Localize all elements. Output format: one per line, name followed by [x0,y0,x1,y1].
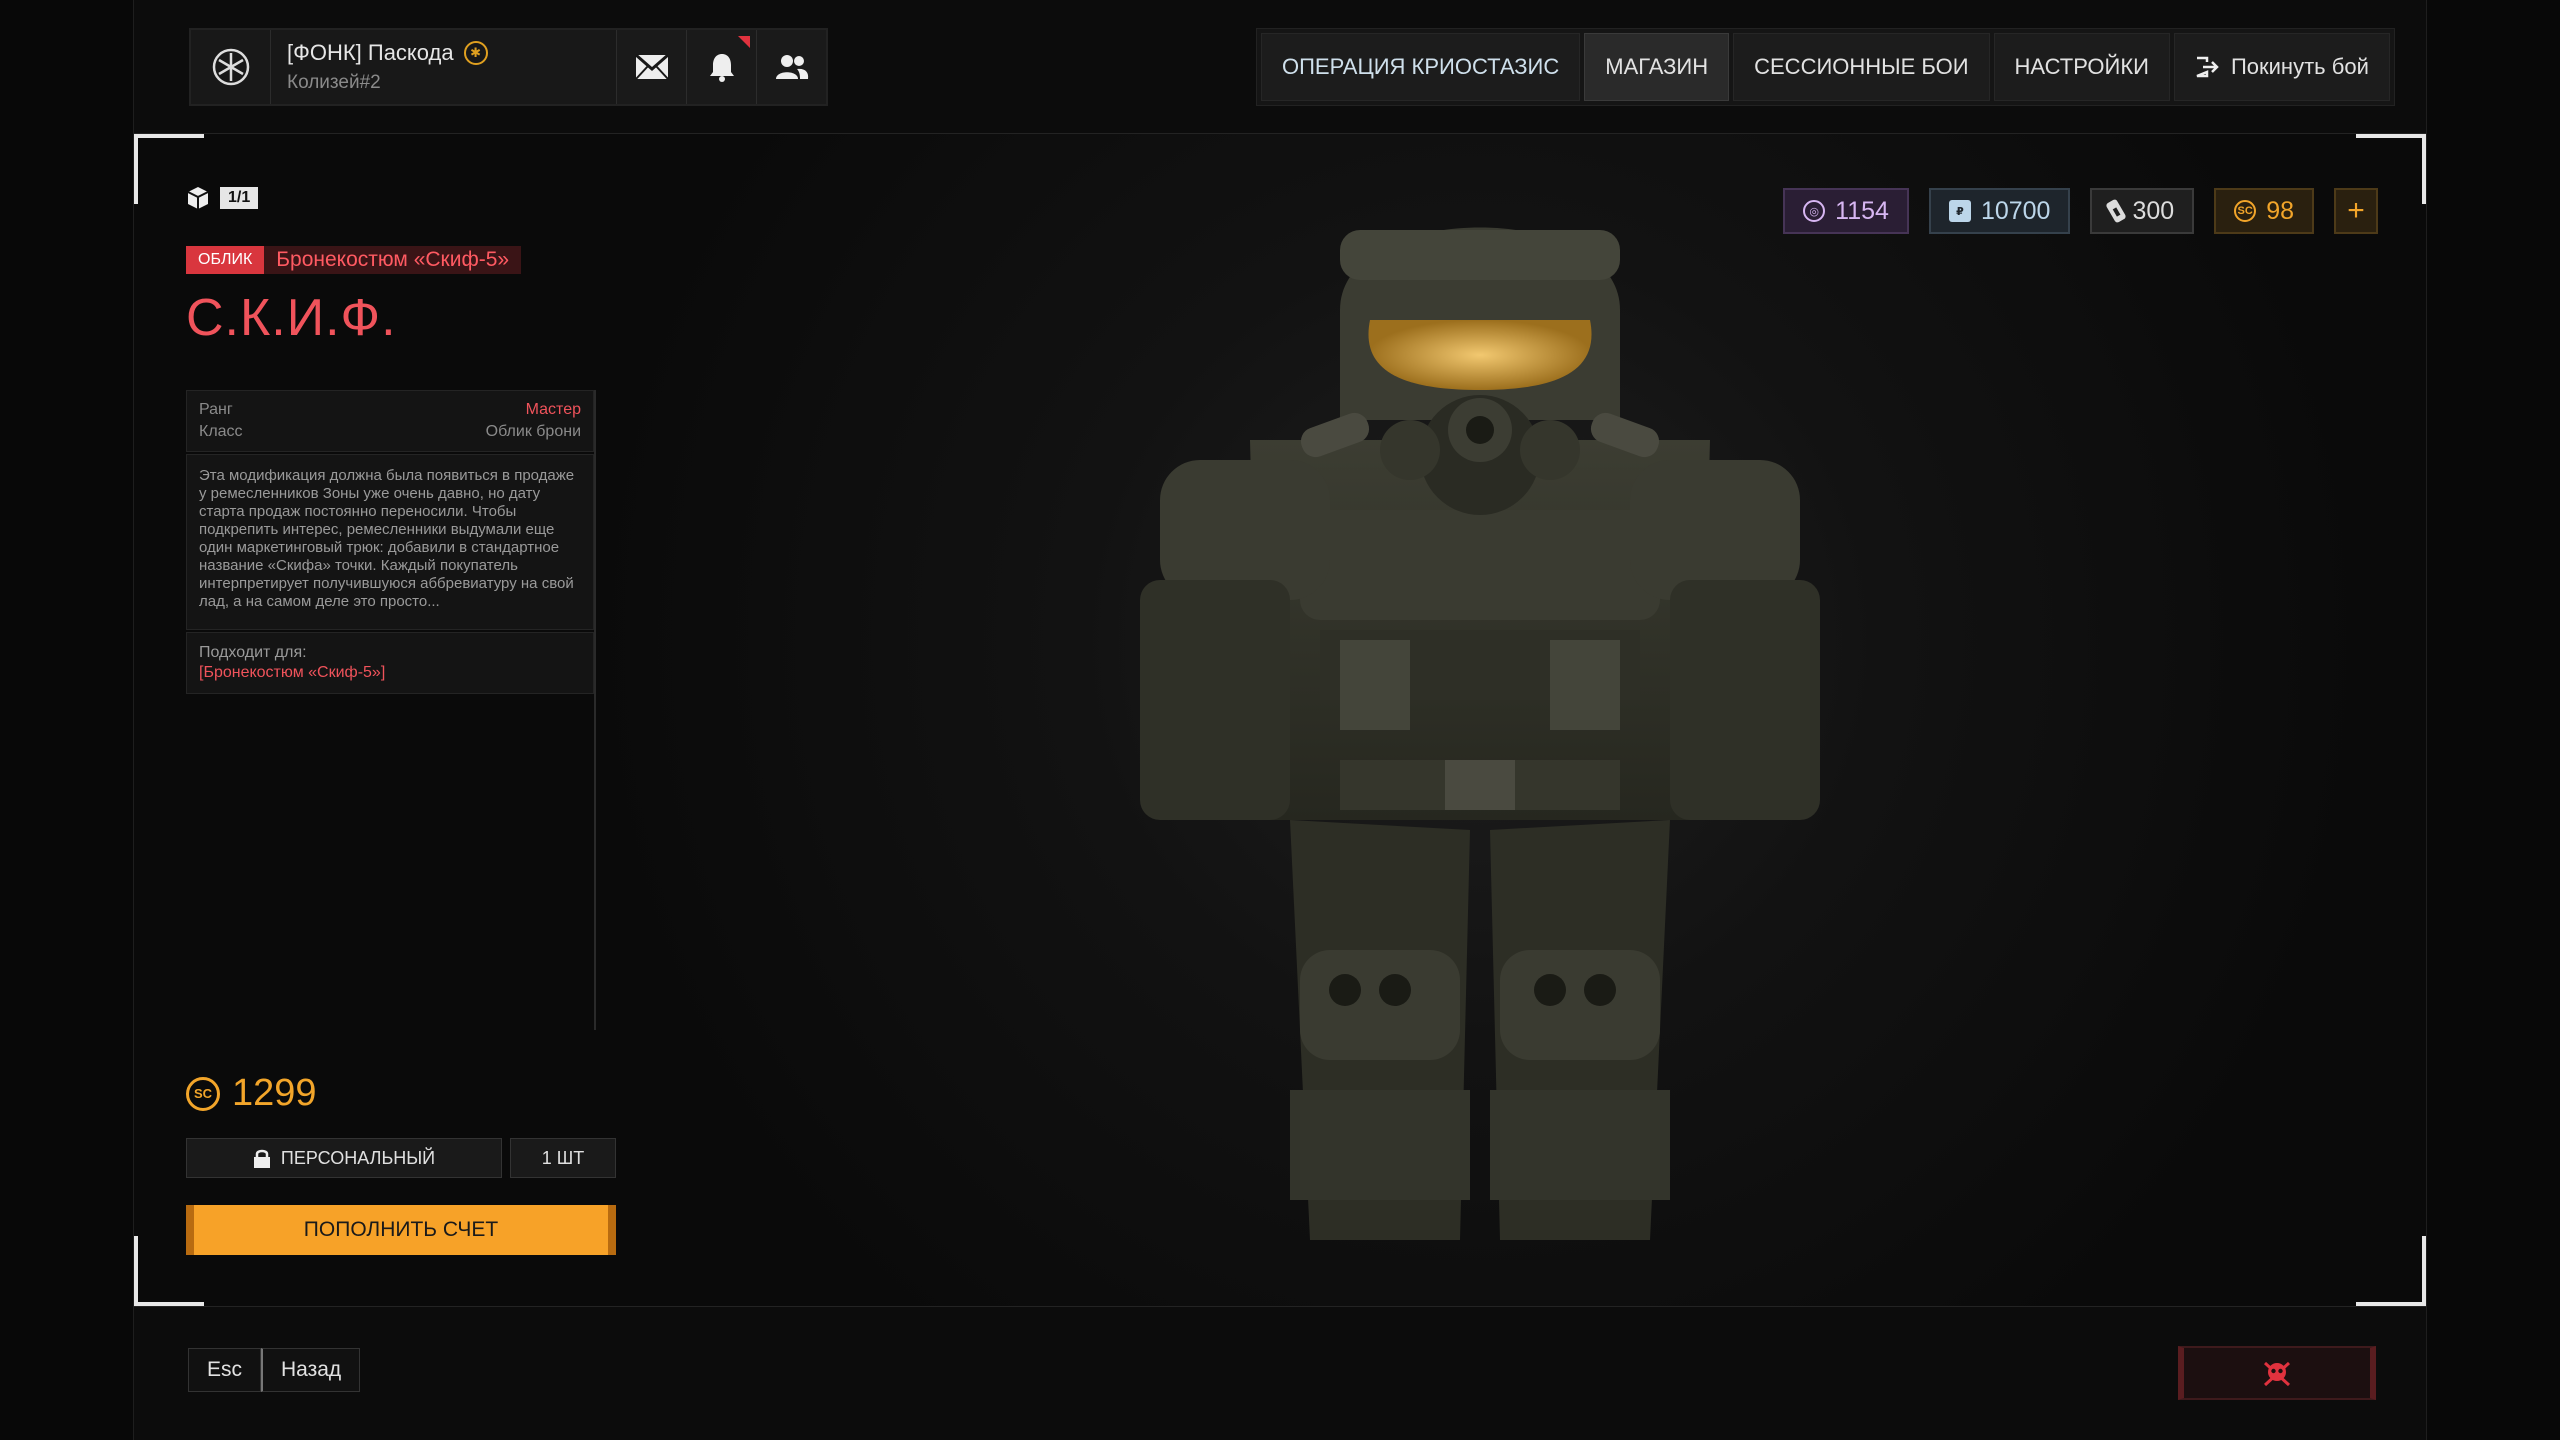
player-name: [ФОНК] Паскода [287,40,454,65]
rank-value: Мастер [525,401,581,418]
skin-base-name: Бронекостюм «Скиф-5» [264,246,522,274]
money-icon: ₽ [1948,200,1971,222]
item-stats: Ранг Мастер Класс Облик брони [186,390,594,452]
rank-label: Ранг [199,401,233,418]
bell-icon [709,54,734,82]
purchase-options: ПЕРСОНАЛЬНЫЙ 1 ШТ [186,1138,616,1178]
rank-badge-icon: ✱ [463,41,488,65]
surrender-button[interactable] [2178,1346,2376,1400]
item-counter-value: 1/1 [220,187,259,209]
class-label: Класс [199,423,243,440]
player-server: Колизей#2 [287,72,381,93]
currency-blue-value: 10700 [1980,196,2051,225]
sc-coin-icon: SC [186,1076,220,1111]
notifications-button[interactable] [686,30,756,104]
clan-logo-icon[interactable] [191,30,271,104]
item-details-card: Ранг Мастер Класс Облик брони Эта модифи… [186,390,596,1030]
item-type-tag: ОБЛИК Бронекостюм «Скиф-5» [186,246,522,274]
tab-shop[interactable]: МАГАЗИН [1584,33,1730,101]
right-margin [2426,0,2560,1440]
currency-bar: ◎ 1154 ₽ 10700 ▮ 300 SC 98 + [1783,188,2378,234]
player-card: [ФОНК] Паскода ✱ Колизей#2 [189,28,828,106]
ticket-icon: ▮ [2105,198,2128,224]
item-title: С.К.И.Ф. [186,289,397,347]
currency-gold[interactable]: SC 98 [2214,188,2314,234]
back-button[interactable]: Esc Назад [186,1346,362,1394]
frame-corner [2356,1236,2426,1306]
fits-label: Подходит для: [199,644,307,661]
currency-gray[interactable]: ▮ 300 [2090,188,2195,234]
add-currency-button[interactable]: + [2334,188,2378,234]
sc-coin-icon: SC [2234,200,2257,222]
exit-icon [2196,56,2219,78]
fits-value: [Бронекостюм «Скиф-5»] [199,664,386,681]
notification-indicator [738,36,750,48]
skull-crossbones-icon [2263,1361,2291,1387]
personal-option[interactable]: ПЕРСОНАЛЬНЫЙ [186,1138,502,1178]
price-value: 1299 [232,1072,317,1114]
player-info[interactable]: [ФОНК] Паскода ✱ Колизей#2 [271,30,616,104]
currency-gold-value: 98 [2266,196,2294,225]
top-up-button[interactable]: ПОПОЛНИТЬ СЧЕТ [186,1205,616,1255]
main-navigation: ОПЕРАЦИЯ КРИОСТАЗИС МАГАЗИН СЕССИОННЫЕ Б… [1256,28,2395,106]
currency-gray-value: 300 [2132,196,2175,225]
box-icon [187,187,209,209]
tab-settings[interactable]: НАСТРОЙКИ [1993,33,2170,101]
character-model-preview[interactable] [1140,180,1820,1250]
leave-battle-button[interactable]: Покинуть бой [2173,33,2390,101]
tab-operation[interactable]: ОПЕРАЦИЯ КРИОСТАЗИС [1261,33,1581,101]
bottom-bar [134,1306,2426,1440]
class-value: Облик брони [485,423,581,440]
currency-blue[interactable]: ₽ 10700 [1928,188,2071,234]
currency-purple-value: 1154 [1835,196,1889,225]
lock-icon [253,1149,270,1168]
item-counter: 1/1 [186,186,259,210]
back-label: Назад [261,1348,361,1392]
leave-battle-label: Покинуть бой [2230,54,2369,79]
left-margin [0,0,134,1440]
quantity-selector[interactable]: 1 ШТ [510,1138,616,1178]
item-description: Эта модификация должна была появиться в … [186,454,594,630]
personal-label: ПЕРСОНАЛЬНЫЙ [280,1147,436,1168]
item-compatibility: Подходит для: [Бронекостюм «Скиф-5»] [186,632,594,694]
friends-icon [775,55,808,79]
skin-tag: ОБЛИК [186,246,265,274]
friends-button[interactable] [756,30,826,104]
item-price: SC 1299 [186,1072,317,1115]
esc-key-hint: Esc [188,1348,262,1392]
tab-session-battles[interactable]: СЕССИОННЫЕ БОИ [1733,33,1990,101]
mail-button[interactable] [616,30,686,104]
mail-icon [634,54,669,80]
